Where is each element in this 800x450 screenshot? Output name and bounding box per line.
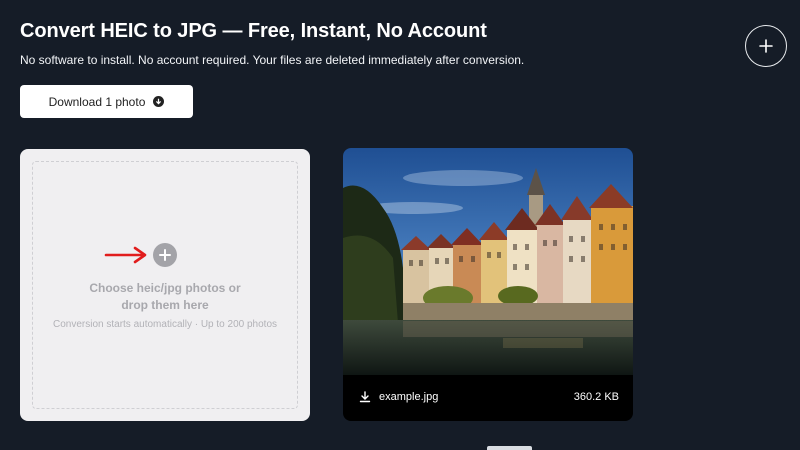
download-button[interactable]: Download 1 photo — [20, 85, 193, 118]
page-title: Convert HEIC to JPG — Free, Instant, No … — [20, 20, 487, 42]
file-card[interactable]: example.jpg 360.2 KB — [343, 148, 633, 421]
page-subtitle: No software to install. No account requi… — [20, 53, 525, 67]
download-icon[interactable] — [359, 391, 371, 403]
red-arrow-icon — [104, 246, 147, 264]
file-size: 360.2 KB — [573, 391, 619, 403]
bottom-handle[interactable] — [487, 446, 532, 450]
download-button-label: Download 1 photo — [48, 94, 146, 109]
file-name: example.jpg — [379, 391, 439, 403]
dropzone-instructions: Choose heic/jpg photos or drop them here — [20, 280, 310, 314]
photo-thumbnail — [343, 148, 633, 375]
arrow-down-circle-icon — [153, 96, 165, 107]
dropzone-line-1: Choose heic/jpg photos or — [89, 281, 241, 295]
plus-icon — [759, 39, 773, 53]
file-info-row: example.jpg 360.2 KB — [343, 385, 633, 409]
dropzone-line-2: drop them here — [121, 298, 209, 312]
plus-icon — [159, 249, 171, 261]
add-files-button[interactable] — [745, 25, 787, 67]
dropzone-hint: Conversion starts automatically · Up to … — [53, 319, 277, 330]
add-photo-icon[interactable] — [153, 243, 177, 267]
